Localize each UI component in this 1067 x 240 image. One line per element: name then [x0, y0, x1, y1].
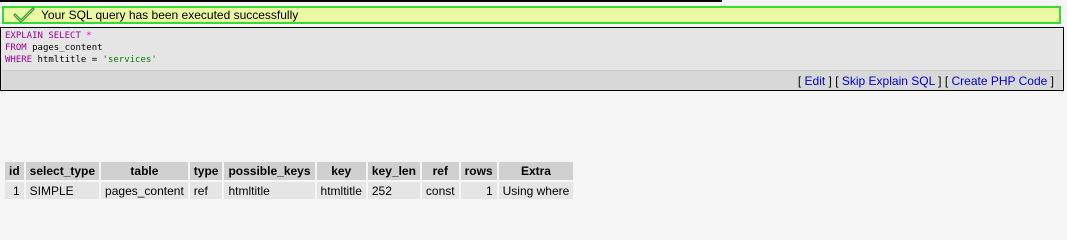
column-header-table: table	[101, 162, 188, 180]
cell-extra: Using where	[498, 182, 574, 199]
explain-results-table: id select_type table type possible_keys …	[3, 160, 575, 201]
column-header-key: key	[316, 162, 366, 180]
success-message-bar: Your SQL query has been executed success…	[2, 6, 1061, 24]
sql-keyword: EXPLAIN SELECT	[5, 31, 81, 41]
column-header-ref: ref	[421, 162, 459, 180]
sql-identifier: pages_content	[32, 43, 103, 53]
sql-keyword: WHERE	[5, 55, 33, 65]
success-message-text: Your SQL query has been executed success…	[41, 8, 299, 22]
sql-identifier: htmltitle =	[37, 55, 103, 65]
skip-explain-sql-link[interactable]: Skip Explain SQL	[842, 74, 935, 88]
column-header-rows: rows	[460, 162, 497, 180]
cell-select-type: SIMPLE	[25, 182, 100, 199]
cell-key-len: 252	[367, 182, 420, 199]
table-header-row: id select_type table type possible_keys …	[5, 162, 574, 180]
column-header-extra: Extra	[498, 162, 574, 180]
cell-possible-keys: htmltitle	[224, 182, 315, 199]
sql-query-box: EXPLAIN SELECT * FROM pages_content WHER…	[0, 27, 1064, 91]
cell-ref: const	[421, 182, 459, 199]
column-header-key-len: key_len	[367, 162, 420, 180]
query-actions-bar: [ Edit ] [ Skip Explain SQL ] [ Create P…	[2, 70, 1062, 90]
sql-keyword: FROM	[5, 43, 27, 53]
column-header-select-type: select_type	[25, 162, 100, 180]
cell-key: htmltitle	[316, 182, 366, 199]
table-row: 1 SIMPLE pages_content ref htmltitle htm…	[5, 182, 574, 199]
column-header-possible-keys: possible_keys	[224, 162, 315, 180]
column-header-type: type	[189, 162, 223, 180]
sql-line-1: EXPLAIN SELECT *	[5, 30, 1063, 42]
sql-line-2: FROM pages_content	[5, 42, 1063, 54]
sql-operator: *	[86, 31, 92, 41]
column-header-id: id	[5, 162, 24, 180]
create-php-code-link[interactable]: Create PHP Code	[951, 74, 1047, 88]
cell-table: pages_content	[101, 182, 188, 199]
cell-rows: 1	[460, 182, 497, 199]
top-divider	[0, 0, 722, 2]
sql-query-text: EXPLAIN SELECT * FROM pages_content WHER…	[1, 28, 1063, 66]
checkmark-icon	[13, 7, 35, 23]
edit-link[interactable]: Edit	[805, 74, 826, 88]
cell-id: 1	[5, 182, 24, 199]
sql-line-3: WHERE htmltitle = 'services'	[5, 54, 1063, 66]
cell-type: ref	[189, 182, 223, 199]
sql-string: 'services'	[102, 55, 157, 65]
